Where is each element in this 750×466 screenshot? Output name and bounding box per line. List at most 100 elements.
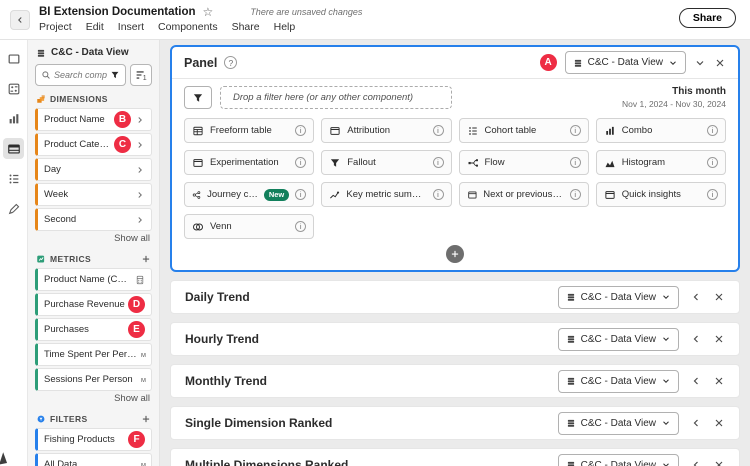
dimensions-show-all[interactable]: Show all xyxy=(37,233,150,246)
components-icon[interactable] xyxy=(3,78,24,99)
back-button[interactable] xyxy=(10,9,30,30)
menu-help[interactable]: Help xyxy=(274,21,296,33)
panel-data-view-selector[interactable]: C&C - Data View xyxy=(557,285,679,309)
info-icon[interactable] xyxy=(707,189,718,201)
panel-data-view-selector[interactable]: C&C - Data View xyxy=(557,411,679,435)
expand-panel-button[interactable] xyxy=(690,417,702,429)
tile-combo[interactable]: Combo xyxy=(595,118,726,144)
date-range-picker[interactable]: This month Nov 1, 2024 - Nov 30, 2024 xyxy=(622,86,726,109)
dimension-item-day[interactable]: Day xyxy=(35,158,152,181)
panel-data-view-selector[interactable]: C&C - Data View xyxy=(564,51,686,74)
tile-next-previous-item[interactable]: Next or previous item xyxy=(458,182,589,208)
close-panel-button[interactable] xyxy=(714,57,726,69)
sidebar-data-view[interactable]: C&C - Data View xyxy=(35,45,152,64)
menu-components[interactable]: Components xyxy=(158,21,218,33)
metrics-show-all[interactable]: Show all xyxy=(37,393,150,406)
sort-button[interactable] xyxy=(130,64,152,86)
info-icon[interactable] xyxy=(295,125,307,137)
metric-item-purchase-revenue[interactable]: Purchase Revenue D xyxy=(35,293,152,316)
sidebar-data-view-label: C&C - Data View xyxy=(51,47,129,58)
panel-single-dimension-ranked[interactable]: Single Dimension Ranked C&C - Data View xyxy=(170,406,740,441)
add-button[interactable] xyxy=(446,245,464,264)
info-icon[interactable] xyxy=(707,125,718,137)
panel-blank[interactable]: Panel A C&C - Data View xyxy=(170,45,740,273)
info-icon[interactable] xyxy=(707,157,718,169)
add-filter-button[interactable] xyxy=(141,414,151,424)
expand-panel-button[interactable] xyxy=(690,459,702,466)
info-icon[interactable] xyxy=(295,157,307,169)
filter-funnel-icon[interactable] xyxy=(110,70,120,80)
dimension-item-product-name[interactable]: Product Name B xyxy=(35,108,152,131)
segment-funnel-button[interactable] xyxy=(184,86,212,110)
tile-venn[interactable]: Venn xyxy=(184,214,315,240)
favorite-star-icon[interactable]: ☆ xyxy=(203,6,214,18)
tile-attribution[interactable]: Attribution xyxy=(321,118,452,144)
menu-insert[interactable]: Insert xyxy=(118,21,144,33)
search-box[interactable] xyxy=(35,64,126,86)
tables-icon[interactable] xyxy=(3,138,24,159)
tile-key-metric-summary[interactable]: Key metric summary xyxy=(321,182,452,208)
info-icon[interactable] xyxy=(432,157,444,169)
tile-experimentation[interactable]: Experimentation xyxy=(184,150,315,176)
panel-data-view-selector[interactable]: C&C - Data View xyxy=(557,327,679,351)
panel-data-view-selector[interactable]: C&C - Data View xyxy=(557,369,679,393)
info-icon[interactable] xyxy=(569,189,581,201)
panel-data-view-selector[interactable]: C&C - Data View xyxy=(557,453,679,466)
menu-project[interactable]: Project xyxy=(39,21,72,33)
metric-item-sessions[interactable]: Sessions Per Person ᴍ xyxy=(35,368,152,391)
close-panel-button[interactable] xyxy=(713,417,725,429)
metric-item-product-name-count[interactable]: Product Name (Count Dist... xyxy=(35,268,152,291)
visualizations-icon[interactable] xyxy=(3,108,24,129)
collapse-panel-button[interactable] xyxy=(694,57,706,69)
chevron-right-icon[interactable] xyxy=(135,115,145,125)
panel-daily-trend[interactable]: Daily Trend C&C - Data View xyxy=(170,280,740,315)
menu-edit[interactable]: Edit xyxy=(86,21,104,33)
workspace-app: BI Extension Documentation ☆ There are u… xyxy=(0,0,750,466)
close-panel-button[interactable] xyxy=(713,291,725,303)
tile-histogram[interactable]: Histogram xyxy=(595,150,726,176)
panel-multiple-dimensions-ranked[interactable]: Multiple Dimensions Ranked C&C - Data Vi… xyxy=(170,448,740,466)
close-panel-button[interactable] xyxy=(713,333,725,345)
close-panel-button[interactable] xyxy=(713,375,725,387)
add-metric-button[interactable] xyxy=(141,254,151,264)
tile-quick-insights[interactable]: Quick insights xyxy=(595,182,726,208)
panel-monthly-trend[interactable]: Monthly Trend C&C - Data View xyxy=(170,364,740,399)
dimension-item-week[interactable]: Week xyxy=(35,183,152,206)
info-icon[interactable] xyxy=(432,125,444,137)
date-range-value: Nov 1, 2024 - Nov 30, 2024 xyxy=(622,98,726,109)
expand-panel-button[interactable] xyxy=(690,375,702,387)
info-icon[interactable] xyxy=(569,125,581,137)
tile-fallout[interactable]: Fallout xyxy=(321,150,452,176)
expand-panel-button[interactable] xyxy=(690,333,702,345)
tile-journey-canvas[interactable]: Journey canvas New xyxy=(184,182,315,208)
chevron-right-icon[interactable] xyxy=(135,215,145,225)
chevron-right-icon[interactable] xyxy=(135,140,145,150)
filter-item-all-data[interactable]: All Data ᴍ xyxy=(35,453,152,466)
filter-drop-zone[interactable]: Drop a filter here (or any other compone… xyxy=(220,86,452,110)
share-button[interactable]: Share xyxy=(678,8,736,28)
annotation-pen-icon[interactable] xyxy=(3,198,24,219)
info-icon[interactable] xyxy=(295,189,307,201)
panel-hourly-trend[interactable]: Hourly Trend C&C - Data View xyxy=(170,322,740,357)
metric-item-purchases[interactable]: Purchases E xyxy=(35,318,152,341)
dimensions-section-header: DIMENSIONS xyxy=(36,94,151,104)
tile-flow[interactable]: Flow xyxy=(458,150,589,176)
metric-item-time-spent[interactable]: Time Spent Per Person ᴍ xyxy=(35,343,152,366)
help-icon[interactable] xyxy=(224,56,238,69)
tile-cohort-table[interactable]: Cohort table xyxy=(458,118,589,144)
chevron-right-icon[interactable] xyxy=(135,165,145,175)
dimension-item-product-category[interactable]: Product Category C xyxy=(35,133,152,156)
close-panel-button[interactable] xyxy=(713,459,725,466)
tile-freeform-table[interactable]: Freeform table xyxy=(184,118,315,144)
info-icon[interactable] xyxy=(295,221,307,233)
info-icon[interactable] xyxy=(432,189,444,201)
chevron-right-icon[interactable] xyxy=(135,190,145,200)
panels-icon[interactable] xyxy=(3,48,24,69)
dimension-item-second[interactable]: Second xyxy=(35,208,152,231)
filter-item-fishing-products[interactable]: Fishing Products F xyxy=(35,428,152,451)
expand-panel-button[interactable] xyxy=(690,291,702,303)
menu-share[interactable]: Share xyxy=(232,21,260,33)
list-view-icon[interactable] xyxy=(3,168,24,189)
search-input[interactable] xyxy=(54,70,107,80)
info-icon[interactable] xyxy=(569,157,581,169)
